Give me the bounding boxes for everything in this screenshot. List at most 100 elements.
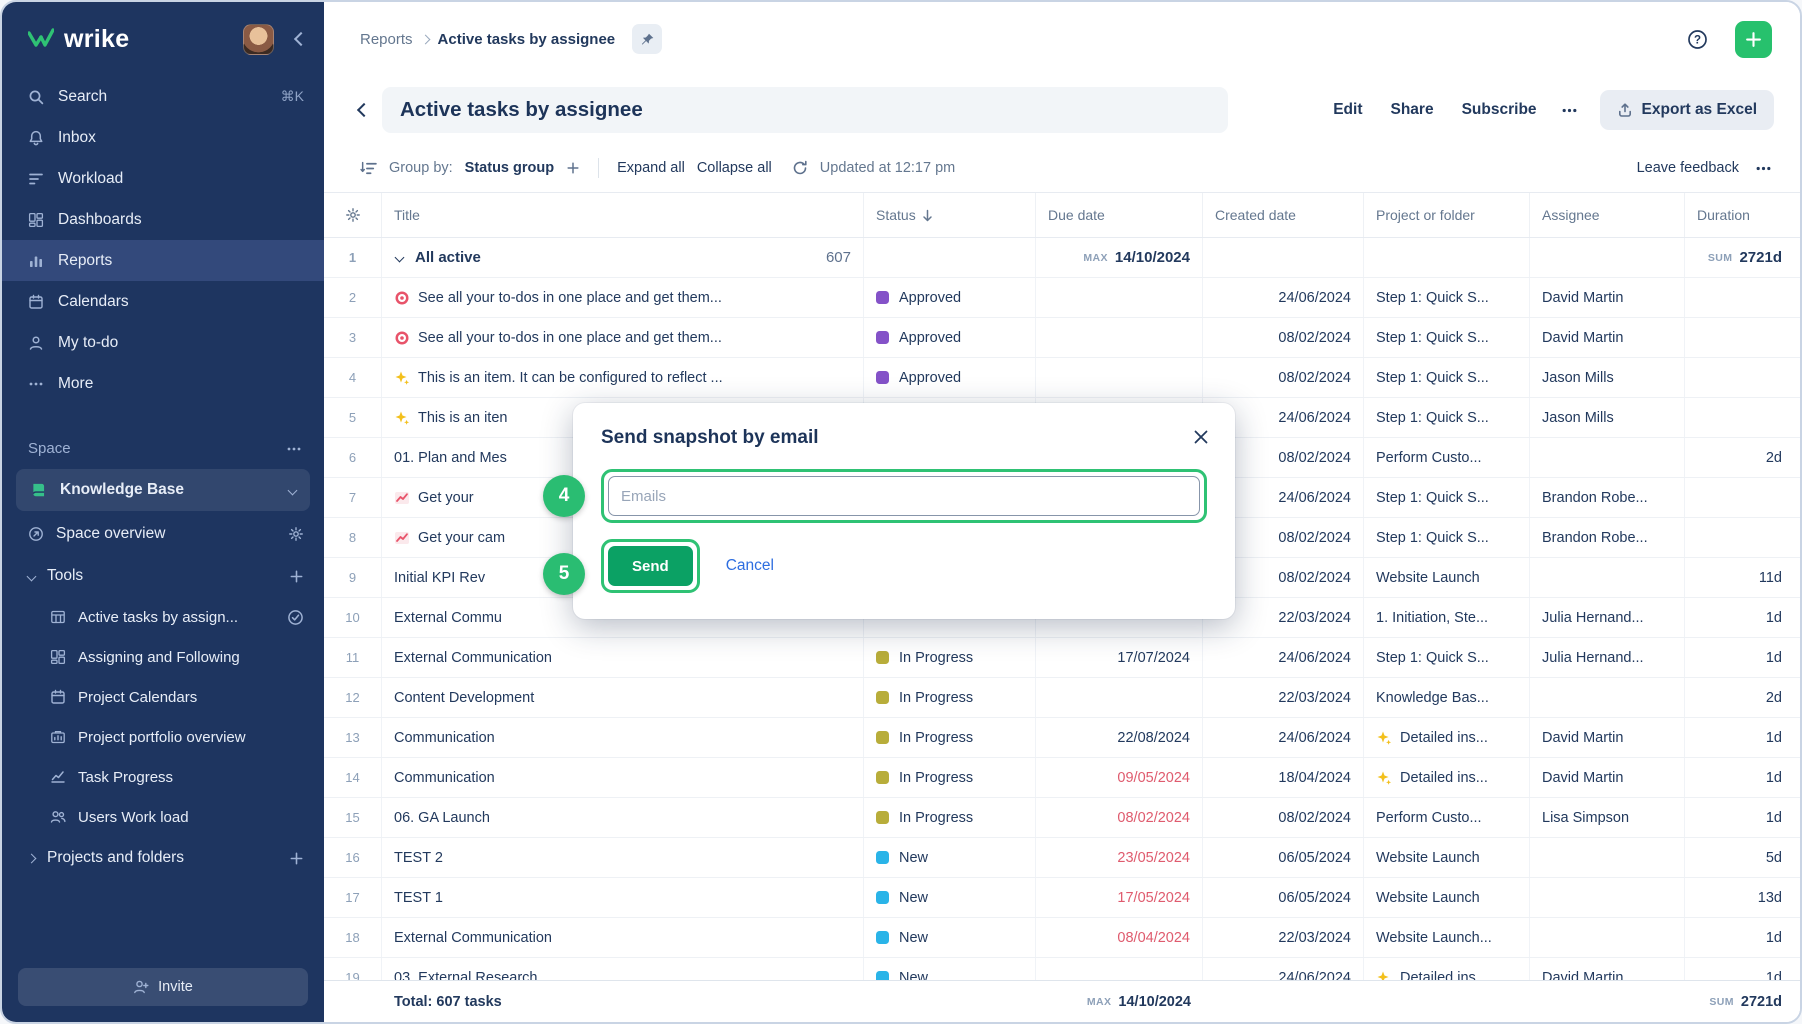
sidebar-item-space-overview[interactable]: Space overview [2, 513, 324, 555]
tools-item-users-work-load[interactable]: Users Work load [2, 797, 324, 837]
group-by-label: Group by: [389, 160, 453, 176]
table-row[interactable]: 1506. GA LaunchIn Progress08/02/202408/0… [324, 798, 1800, 838]
pin-icon[interactable] [632, 24, 662, 54]
tools-item-project-portfolio-overview[interactable]: Project portfolio overview [2, 717, 324, 757]
column-header-created-date[interactable]: Created date [1203, 193, 1364, 237]
column-header-project-or-folder[interactable]: Project or folder [1364, 193, 1530, 237]
row-number: 17 [324, 878, 382, 917]
refresh-icon[interactable] [792, 160, 808, 176]
group-by-icon[interactable] [360, 160, 377, 177]
title-actions: Edit Share Subscribe Export as Excel [1320, 90, 1774, 130]
cell-project: Step 1: Quick S... [1364, 278, 1530, 317]
table-row[interactable]: 11External CommunicationIn Progress17/07… [324, 638, 1800, 678]
brand-name: wrike [64, 25, 129, 54]
space-selector-knowledge-base[interactable]: Knowledge Base [16, 469, 310, 511]
sidebar-collapse-button[interactable] [296, 34, 306, 44]
create-new-button[interactable] [1735, 21, 1772, 58]
help-icon[interactable]: ? [1680, 22, 1714, 56]
cell-created-date: 22/03/2024 [1203, 678, 1364, 717]
export-excel-button[interactable]: Export as Excel [1600, 90, 1774, 130]
invite-button[interactable]: Invite [18, 968, 308, 1006]
sidebar-section-tools[interactable]: Tools [2, 555, 324, 597]
cell-due-date [1036, 318, 1203, 357]
table-row[interactable]: 1All active607MAX14/10/2024SUM2721d [324, 238, 1800, 278]
sidebar-item-reports[interactable]: Reports [2, 240, 324, 281]
table-row[interactable]: 1903. External ResearchNew24/06/2024Deta… [324, 958, 1800, 980]
table-row[interactable]: 16TEST 2New23/05/202406/05/2024Website L… [324, 838, 1800, 878]
column-header-duration[interactable]: Duration [1685, 193, 1800, 237]
cell-due-date: 08/04/2024 [1036, 918, 1203, 957]
sidebar-item-workload[interactable]: Workload [2, 158, 324, 199]
more-actions-icon[interactable] [1552, 92, 1588, 128]
emails-input[interactable] [608, 476, 1200, 516]
breadcrumb-parent[interactable]: Reports [360, 31, 413, 48]
expand-all-button[interactable]: Expand all [617, 160, 685, 176]
share-button[interactable]: Share [1378, 92, 1447, 128]
column-header-status[interactable]: Status [864, 193, 1036, 237]
back-button[interactable] [346, 92, 382, 128]
sidebar-item-more[interactable]: More [2, 363, 324, 404]
wrike-app-window: wrike Search⌘KInboxWorkloadDashboardsRep… [0, 0, 1802, 1024]
subscribe-button[interactable]: Subscribe [1449, 92, 1550, 128]
cell-assignee: Julia Hernand... [1530, 638, 1685, 677]
table-row[interactable]: 2See all your to-dos in one place and ge… [324, 278, 1800, 318]
table-row[interactable]: 13CommunicationIn Progress22/08/202424/0… [324, 718, 1800, 758]
send-button[interactable]: Send [608, 546, 693, 586]
cell-title: Communication [382, 718, 864, 757]
sidebar-item-dashboards[interactable]: Dashboards [2, 199, 324, 240]
table-row[interactable]: 17TEST 1New17/05/202406/05/2024Website L… [324, 878, 1800, 918]
sidebar-section-projects-and-folders[interactable]: Projects and folders [2, 837, 324, 879]
table-row[interactable]: 12Content DevelopmentIn Progress22/03/20… [324, 678, 1800, 718]
toolbar-more-icon[interactable] [1755, 160, 1772, 177]
column-settings-gear-icon[interactable] [324, 193, 382, 237]
emails-input-highlight [601, 469, 1207, 523]
collapse-group-icon[interactable] [395, 253, 405, 263]
tools-item-label: Task Progress [78, 769, 173, 786]
cell-title: Communication [382, 758, 864, 797]
gear-icon[interactable] [288, 526, 304, 542]
column-header-assignee[interactable]: Assignee [1530, 193, 1685, 237]
sidebar-item-my-to-do[interactable]: My to-do [2, 322, 324, 363]
cell-title: 03. External Research [382, 958, 864, 980]
add-group-icon[interactable] [566, 161, 580, 175]
bell-icon [28, 130, 44, 146]
tools-item-assigning-and-following[interactable]: Assigning and Following [2, 637, 324, 677]
column-header-due-date[interactable]: Due date [1036, 193, 1203, 237]
collapse-all-button[interactable]: Collapse all [697, 160, 772, 176]
title-box[interactable]: Active tasks by assignee [382, 87, 1228, 133]
close-icon[interactable] [1187, 423, 1215, 451]
cell-due-date [1036, 678, 1203, 717]
cell-assignee: David Martin [1530, 958, 1685, 980]
cancel-button[interactable]: Cancel [726, 557, 774, 575]
table-row[interactable]: 3See all your to-dos in one place and ge… [324, 318, 1800, 358]
table-row[interactable]: 18External CommunicationNew08/04/202422/… [324, 918, 1800, 958]
cell-created-date: 24/06/2024 [1203, 638, 1364, 677]
space-options-icon[interactable] [286, 441, 302, 457]
edit-button[interactable]: Edit [1320, 92, 1375, 128]
user-avatar[interactable] [243, 24, 274, 55]
sidebar-logo-row: wrike [2, 2, 324, 76]
tools-label: Tools [47, 567, 83, 585]
plus-icon[interactable] [289, 569, 304, 584]
sidebar-item-search[interactable]: Search⌘K [2, 76, 324, 117]
cell-project: Step 1: Quick S... [1364, 638, 1530, 677]
leave-feedback-button[interactable]: Leave feedback [1637, 160, 1739, 176]
sidebar-item-inbox[interactable]: Inbox [2, 117, 324, 158]
table-row[interactable]: 14CommunicationIn Progress09/05/202418/0… [324, 758, 1800, 798]
cell-assignee [1530, 878, 1685, 917]
group-by-value[interactable]: Status group [465, 160, 554, 176]
cell-duration: 2d [1685, 678, 1800, 717]
table-row[interactable]: 4This is an item. It can be configured t… [324, 358, 1800, 398]
group-count: 607 [818, 249, 851, 266]
row-number: 11 [324, 638, 382, 677]
tools-item-active-tasks-by-assign[interactable]: Active tasks by assign... [2, 597, 324, 637]
tools-item-project-calendars[interactable]: Project Calendars [2, 677, 324, 717]
column-header-title[interactable]: Title [382, 193, 864, 237]
cell-project: Step 1: Quick S... [1364, 358, 1530, 397]
search-icon [28, 89, 44, 105]
sidebar-item-calendars[interactable]: Calendars [2, 281, 324, 322]
tools-item-task-progress[interactable]: Task Progress [2, 757, 324, 797]
row-number: 4 [324, 358, 382, 397]
plus-icon[interactable] [289, 851, 304, 866]
cell-created-date: 18/04/2024 [1203, 758, 1364, 797]
